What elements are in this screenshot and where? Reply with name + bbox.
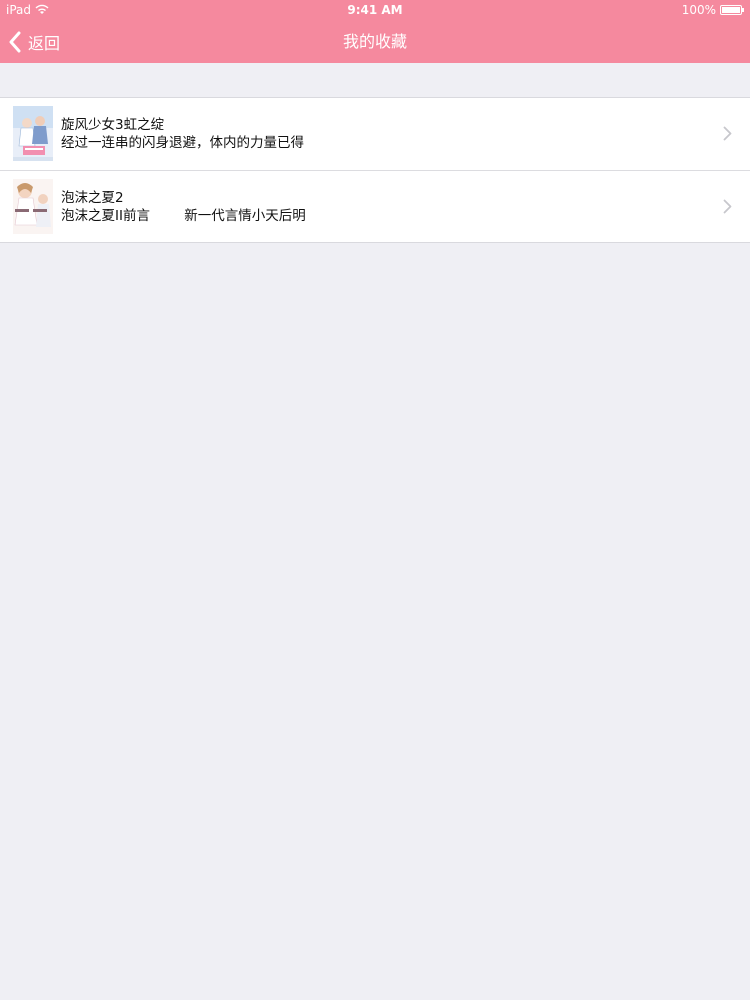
battery-percent: 100% [681, 3, 716, 17]
chevron-right-icon [723, 199, 732, 214]
book-title: 旋风少女3虹之绽 [61, 117, 165, 133]
book-cover-art [13, 179, 53, 234]
clock: 9:41 AM [347, 3, 403, 17]
book-summary: 经过一连串的闪身退避，体内的力量已得 [61, 135, 304, 151]
book-title: 泡沫之夏2 [61, 190, 124, 206]
list-item[interactable]: 泡沫之夏2 泡沫之夏II前言 新一代言情小天后明 [0, 170, 750, 242]
favorites-list: 旋风少女3虹之绽 经过一连串的闪身退避，体内的力量已得 泡沫之夏2 泡沫之夏II… [0, 97, 750, 243]
book-cover-art [13, 106, 53, 161]
book-summary: 泡沫之夏II前言 新一代言情小天后明 [61, 208, 306, 224]
book-cover-image [13, 179, 53, 234]
navigation-bar: 返回 我的收藏 [0, 20, 750, 63]
status-bar: iPad 9:41 AM 100% [0, 0, 750, 20]
chevron-right-icon [723, 126, 732, 141]
list-item[interactable]: 旋风少女3虹之绽 经过一连串的闪身退避，体内的力量已得 [0, 98, 750, 170]
book-cover-image [13, 106, 53, 161]
battery-icon [720, 5, 744, 15]
top-bar: iPad 9:41 AM 100% 返回 我的收藏 [0, 0, 750, 63]
page-title: 我的收藏 [342, 32, 407, 51]
